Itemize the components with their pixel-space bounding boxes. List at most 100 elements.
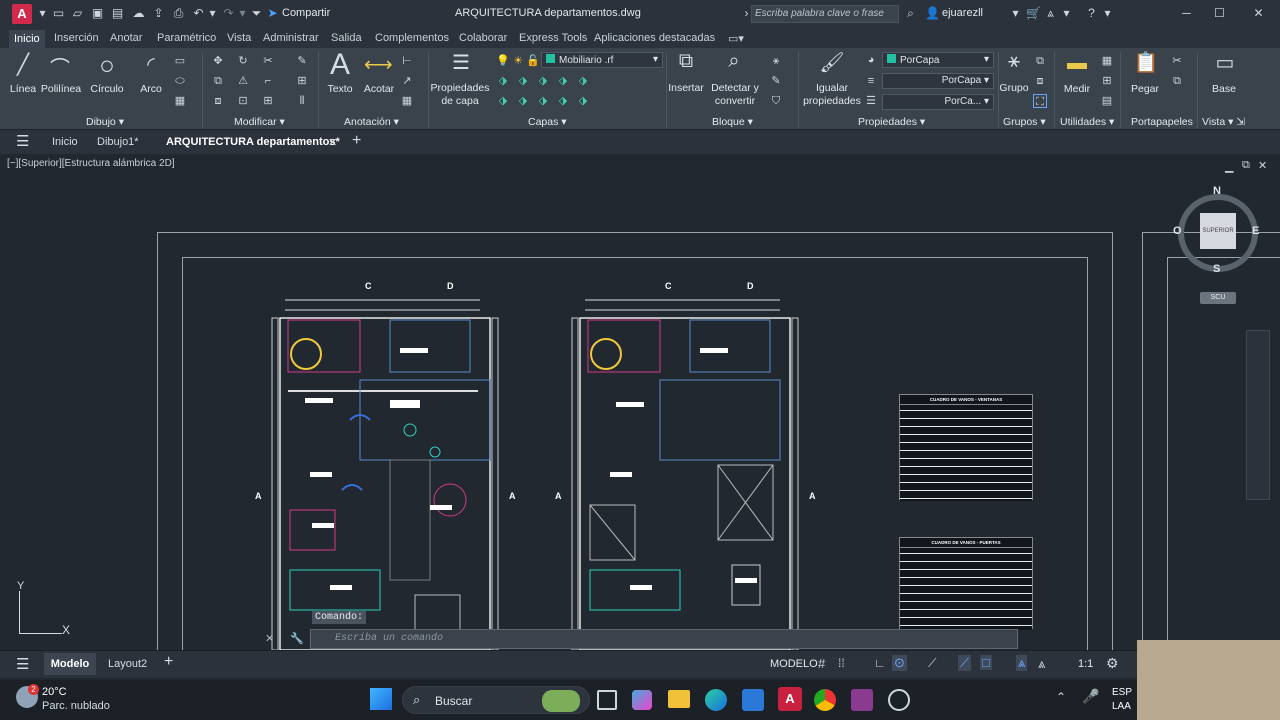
tab-inicio[interactable]: Inicio [9,30,45,48]
ungroup-icon[interactable]: ⧉ [1033,54,1047,68]
panel-portapapeles[interactable]: Portapapeles [1131,116,1193,128]
file-tab-inicio[interactable]: Inicio [52,136,78,148]
panel-anotacion[interactable]: Anotación ▾ [344,116,399,128]
object-snap-icon[interactable]: □ [980,655,992,670]
help-icon[interactable]: ? [1085,7,1098,20]
tab-anotar[interactable]: Anotar [110,32,142,44]
close-icon[interactable]: ✕ [1252,7,1265,20]
lineweight-icon[interactable]: ☰ [864,94,878,108]
tab-aplicaciones-destacadas[interactable]: Aplicaciones destacadas [594,32,715,44]
object-snap-tracking-icon[interactable]: ⟋ [958,655,972,671]
app-dropdown-icon[interactable]: ▾ [1060,7,1073,20]
panel-grupos[interactable]: Grupos ▾ [1003,116,1046,128]
leader-icon[interactable]: ↗ [400,74,414,88]
polar-tracking-icon[interactable]: ⊙ [892,655,907,671]
fillet-icon[interactable]: ⌐ [261,74,275,88]
cloud-open-icon[interactable]: ⇪ [152,7,165,20]
tab-express-tools[interactable]: Express Tools [519,32,587,44]
floor-plan-2[interactable] [550,280,820,650]
share-icon[interactable]: ➤ [266,7,279,20]
dimension-tool[interactable]: Acotar [360,83,398,95]
close-tab-icon[interactable]: ✕ [328,136,337,149]
user-name[interactable]: ejuarezll [942,7,983,19]
line-tool[interactable]: Línea [6,83,40,95]
panel-capas[interactable]: Capas ▾ [528,116,567,128]
panel-utilidades[interactable]: Utilidades ▾ [1060,116,1114,128]
auto-scale-icon[interactable]: ⩓ [1038,656,1045,672]
layer-sun-icon[interactable]: ☀ [511,54,525,68]
search-icon[interactable]: ⌕ [904,7,917,20]
erase-icon[interactable]: ✎ [295,54,309,68]
linetype-dropdown[interactable]: PorCapa ▾ [882,73,994,89]
layer-tool-icon[interactable]: ⬗ [556,94,570,108]
arc-tool[interactable]: Arco [136,83,166,95]
rotate-icon[interactable]: ↻ [236,54,250,68]
gradient-icon[interactable]: ▦ [173,94,187,108]
layer-tool-icon[interactable]: ⬗ [576,94,590,108]
compass-east[interactable]: E [1252,225,1259,237]
edge-icon[interactable] [705,689,727,711]
file-explorer-icon[interactable] [668,690,690,708]
viewport-minimize-icon[interactable]: ▁ [1225,160,1233,173]
table-icon[interactable]: ▦ [400,94,414,108]
snap-icon[interactable]: ⁞⁞ [838,656,845,670]
weather-temp[interactable]: 20°C [42,686,67,698]
weather-desc[interactable]: Parc. nublado [42,700,110,712]
layer-tool-icon[interactable]: ⬗ [536,94,550,108]
copy-icon[interactable]: ⧉ [211,74,225,88]
doors-schedule-table[interactable]: CUADRO DE VANOS - PUERTAS [899,537,1033,630]
redo-dropdown-icon[interactable]: ▾ [236,7,249,20]
copilot-icon[interactable] [632,690,652,710]
tab-vista[interactable]: Vista [227,32,251,44]
isodraft-icon[interactable]: ⟋ [928,656,936,671]
save-as-icon[interactable]: ▤ [111,7,124,20]
ortho-icon[interactable]: ∟ [874,656,886,670]
tab-administrar[interactable]: Administrar [263,32,319,44]
compass-west[interactable]: O [1173,225,1182,237]
layer-tool-icon[interactable]: ⬗ [496,94,510,108]
linetype-icon[interactable]: ≡ [864,74,878,88]
detect-convert-tool[interactable]: Detectar y convertir [708,82,762,108]
layer-tool-icon[interactable]: ⬗ [536,74,550,88]
undo-icon[interactable]: ↶ [192,7,205,20]
command-settings-icon[interactable]: 🔧 [290,632,304,645]
autodesk-app-icon[interactable]: ⩓ [1044,7,1057,20]
quickselect-icon[interactable]: ⊞ [1100,74,1114,88]
chrome-icon[interactable] [814,689,836,711]
user-dropdown-icon[interactable]: ▾ [1009,7,1022,20]
hatch-icon[interactable]: ⬭ [173,74,187,88]
open-folder-icon[interactable]: ▱ [71,7,84,20]
print-icon[interactable]: ⎙ [172,7,185,20]
color-dropdown[interactable]: PorCapa ▾ [882,52,994,68]
create-block-icon[interactable]: ⚹ [769,54,783,68]
panel-modificar[interactable]: Modificar ▾ [234,116,285,128]
new-file-icon[interactable]: ▭ [52,7,65,20]
group-tool[interactable]: Grupo [998,82,1030,94]
offset-icon[interactable]: ⫴ [295,94,309,108]
compass-south[interactable]: S [1213,263,1220,275]
viewport-close-icon[interactable]: ✕ [1258,159,1267,172]
file-tab-current[interactable]: ARQUITECTURA departamentos* [166,136,340,148]
cart-icon[interactable]: 🛒 [1026,7,1041,20]
mirror-icon[interactable]: ⚠ [236,74,250,88]
winrar-icon[interactable] [851,689,873,711]
layer-tool-icon[interactable]: ⬗ [516,74,530,88]
layout-menu-icon[interactable]: ☰ [16,655,29,673]
annotation-visibility-icon[interactable]: ⩓ [1016,655,1028,671]
undo-dropdown-icon[interactable]: ▾ [206,7,219,20]
minimize-icon[interactable]: ─ [1180,7,1193,20]
navigation-bar[interactable] [1246,330,1270,500]
store-icon[interactable] [742,689,764,711]
autocad-taskbar-icon[interactable]: A [778,687,802,711]
match-properties-tool[interactable]: Igualar propiedades [802,82,862,108]
explode-icon[interactable]: ⊞ [295,74,309,88]
help-dropdown-icon[interactable]: ▾ [1101,7,1114,20]
app-menu-chevron-icon[interactable]: ▾ [36,7,49,20]
layer-tool-icon[interactable]: ⬗ [496,74,510,88]
cut-icon[interactable]: ✂ [1170,54,1184,68]
windows-start-icon[interactable] [370,688,392,710]
autocad-app-icon[interactable]: A [12,4,32,24]
model-space-toggle[interactable]: MODELO [770,658,818,670]
grid-icon[interactable]: # [818,656,825,671]
tab-parametrico[interactable]: Paramétrico [157,32,216,44]
